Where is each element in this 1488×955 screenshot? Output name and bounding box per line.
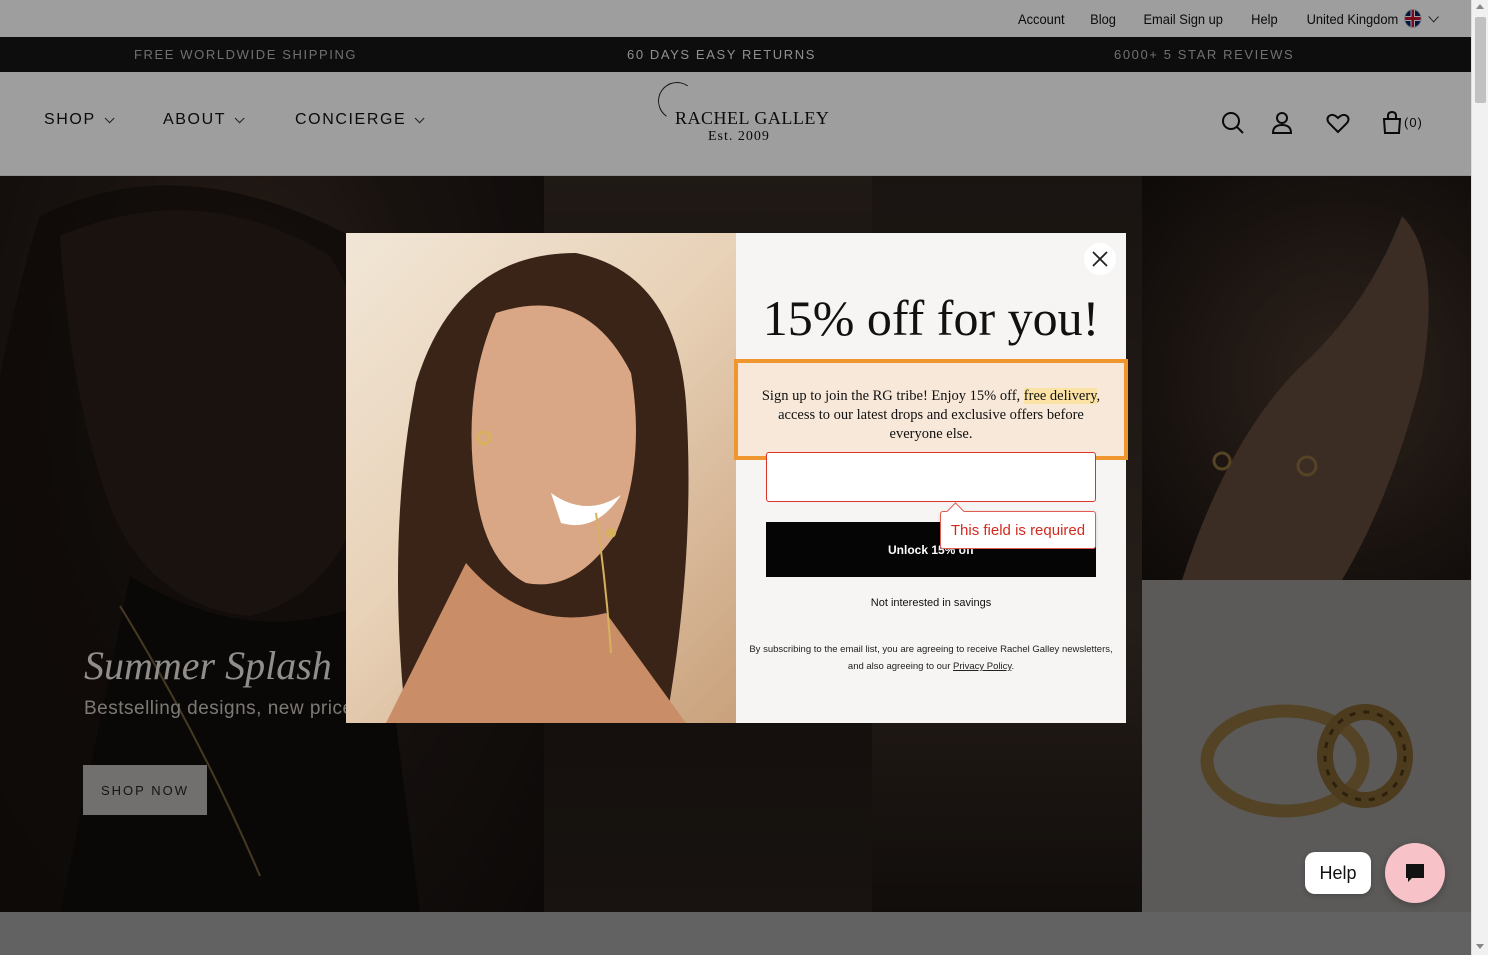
email-field[interactable] [766, 452, 1096, 502]
decline-link[interactable]: Not interested in savings [736, 597, 1126, 609]
modal-title: 15% off for you! [762, 290, 1100, 346]
privacy-policy-link[interactable]: Privacy Policy [953, 661, 1011, 672]
help-chat-label[interactable]: Help [1305, 852, 1371, 894]
modal-description: Sign up to join the RG tribe! Enjoy 15% … [754, 387, 1108, 444]
close-modal-button[interactable] [1084, 243, 1116, 275]
scroll-down-arrow-icon[interactable] [1476, 944, 1484, 949]
page-scrollbar[interactable] [1471, 0, 1488, 955]
modal-model-photo [346, 233, 736, 723]
scroll-up-arrow-icon[interactable] [1476, 4, 1484, 9]
modal-desc-before: Sign up to join the RG tribe! Enjoy 15% … [761, 388, 1024, 404]
smiling-model-illustration [386, 253, 689, 723]
signup-modal: 15% off for you! Sign up to join the RG … [346, 233, 1128, 723]
scrollbar-thumb[interactable] [1475, 17, 1486, 103]
chat-bubble-icon [1406, 864, 1424, 882]
validation-error-tooltip: This field is required [940, 511, 1096, 549]
description-highlight-box: Sign up to join the RG tribe! Enjoy 15% … [734, 359, 1128, 460]
modal-desc-highlight: free delivery [1023, 388, 1097, 404]
legal-notice: By subscribing to the email list, you ar… [746, 641, 1116, 675]
close-icon [1092, 251, 1108, 267]
legal-text: By subscribing to the email list, you ar… [749, 644, 1113, 672]
chat-launcher-button[interactable] [1385, 843, 1445, 903]
legal-end: . [1011, 661, 1015, 672]
